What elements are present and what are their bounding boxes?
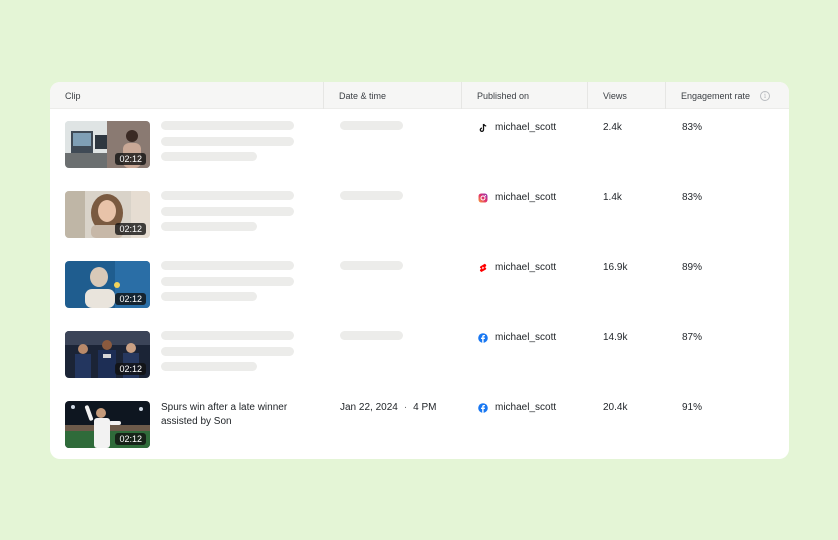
views-count: 2.4k bbox=[603, 122, 622, 133]
engagement-rate: 89% bbox=[682, 262, 703, 273]
skeleton-date bbox=[340, 121, 403, 130]
column-header-views[interactable]: Views bbox=[588, 82, 666, 109]
facebook-icon bbox=[478, 333, 488, 343]
published-account[interactable]: michael_scott bbox=[478, 401, 556, 415]
table-header: Clip Date & time Published on Views Enga… bbox=[50, 82, 789, 109]
skeleton-line bbox=[161, 261, 294, 270]
date-time-separator: · bbox=[403, 402, 408, 413]
published-date-time: Jan 22, 2024 · 4 PM bbox=[340, 401, 437, 415]
video-thumbnail[interactable]: 02:12 bbox=[65, 261, 150, 308]
video-thumbnail[interactable]: 02:12 bbox=[65, 331, 150, 378]
skeleton-date bbox=[340, 191, 403, 200]
published-time: 4 PM bbox=[413, 402, 437, 413]
published-account[interactable]: michael_scott bbox=[478, 191, 556, 205]
engagement-rate: 87% bbox=[682, 332, 703, 343]
skeleton-line bbox=[161, 347, 294, 356]
tiktok-icon bbox=[478, 123, 488, 133]
video-thumbnail[interactable]: 02:12 bbox=[65, 121, 150, 168]
engagement-rate: 83% bbox=[682, 122, 703, 133]
column-header-engagement-rate[interactable]: Engagement rate i bbox=[666, 82, 789, 109]
skeleton-line bbox=[161, 207, 294, 216]
table-row[interactable]: 02:12 michael_scott 14.9k 87% bbox=[50, 331, 789, 401]
video-duration: 02:12 bbox=[115, 363, 146, 375]
skeleton-line bbox=[161, 137, 294, 146]
video-duration: 02:12 bbox=[115, 433, 146, 445]
column-header-clip[interactable]: Clip bbox=[50, 82, 324, 109]
clip-title[interactable]: Spurs win after a late winner assisted b… bbox=[161, 401, 321, 429]
info-icon[interactable]: i bbox=[760, 90, 771, 101]
instagram-icon bbox=[478, 193, 488, 203]
engagement-rate: 83% bbox=[682, 192, 703, 203]
views-count: 20.4k bbox=[603, 402, 628, 413]
facebook-icon bbox=[478, 403, 488, 413]
engagement-rate: 91% bbox=[682, 402, 703, 413]
published-account[interactable]: michael_scott bbox=[478, 121, 556, 135]
skeleton-line bbox=[161, 121, 294, 130]
skeleton-line bbox=[161, 191, 294, 200]
skeleton-line bbox=[161, 362, 257, 371]
skeleton-date bbox=[340, 261, 403, 270]
skeleton-line bbox=[161, 222, 257, 231]
skeleton-line bbox=[161, 331, 294, 340]
clips-table: Clip Date & time Published on Views Enga… bbox=[50, 82, 789, 459]
published-account[interactable]: michael_scott bbox=[478, 261, 556, 275]
table-row[interactable]: 02:12 michael_scott 1.4k 83% bbox=[50, 191, 789, 261]
video-thumbnail[interactable]: 02:12 bbox=[65, 401, 150, 448]
views-count: 14.9k bbox=[603, 332, 628, 343]
video-duration: 02:12 bbox=[115, 223, 146, 235]
column-header-date-time[interactable]: Date & time bbox=[324, 82, 462, 109]
table-row[interactable]: 02:12 michael_scott 2.4k 83% bbox=[50, 121, 789, 191]
column-header-published-on[interactable]: Published on bbox=[462, 82, 588, 109]
published-account[interactable]: michael_scott bbox=[478, 331, 556, 345]
video-duration: 02:12 bbox=[115, 293, 146, 305]
video-duration: 02:12 bbox=[115, 153, 146, 165]
table-row[interactable]: 02:12 Spurs win after a late winner assi… bbox=[50, 401, 789, 459]
views-count: 1.4k bbox=[603, 192, 622, 203]
skeleton-line bbox=[161, 277, 294, 286]
published-date: Jan 22, 2024 bbox=[340, 402, 398, 413]
video-thumbnail[interactable]: 02:12 bbox=[65, 191, 150, 238]
views-count: 16.9k bbox=[603, 262, 628, 273]
skeleton-date bbox=[340, 331, 403, 340]
youtube-shorts-icon bbox=[478, 263, 488, 273]
table-row[interactable]: 02:12 michael_scott 16.9k 89% bbox=[50, 261, 789, 331]
skeleton-line bbox=[161, 292, 257, 301]
skeleton-line bbox=[161, 152, 257, 161]
